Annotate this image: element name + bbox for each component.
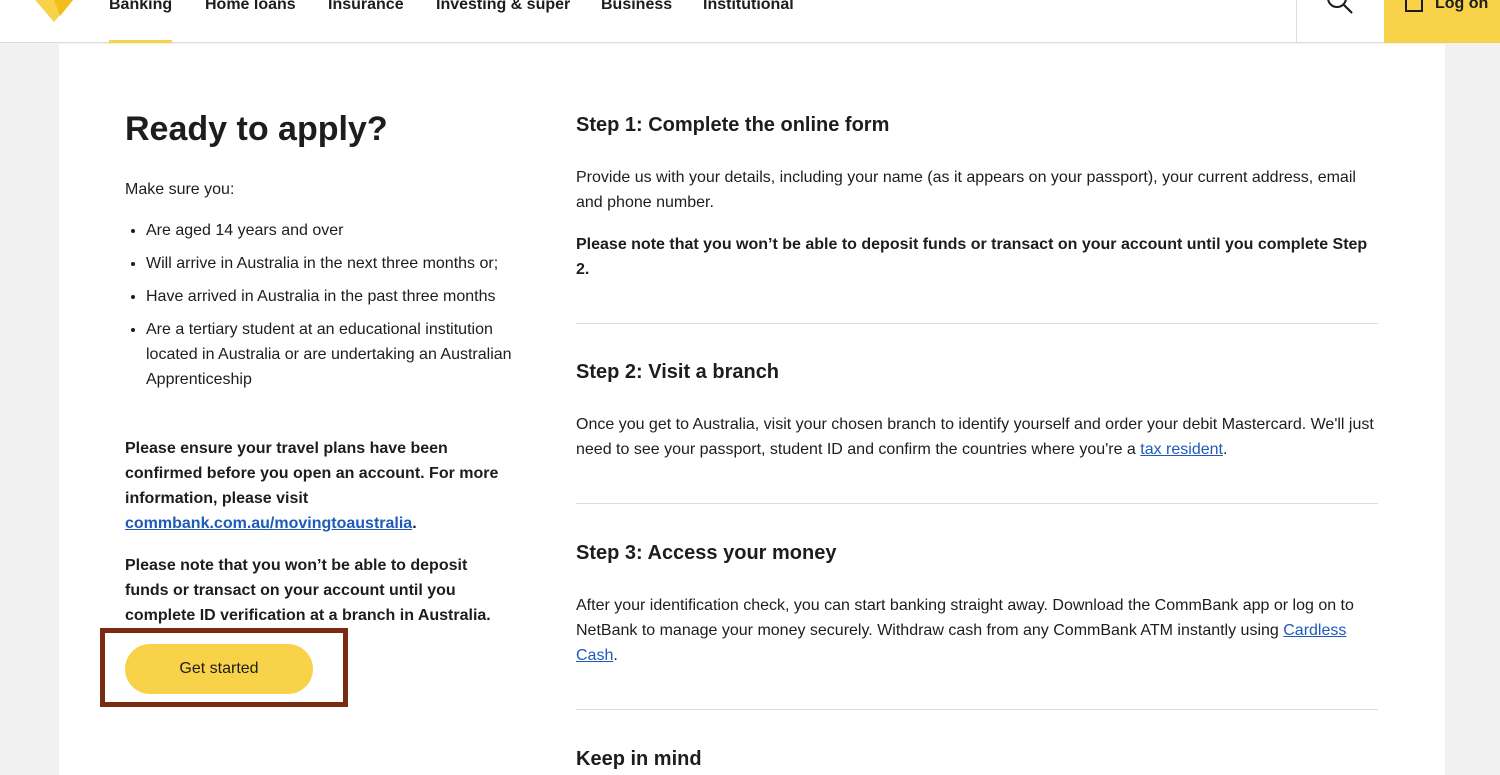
commbank-logo-icon[interactable] (30, 0, 78, 22)
divider (576, 709, 1378, 710)
step3-text-end: . (613, 647, 618, 664)
travel-plans-note: Please ensure your travel plans have bee… (125, 436, 510, 536)
travel-note-text: Please ensure your travel plans have bee… (125, 440, 499, 507)
step2-text: Once you get to Australia, visit your ch… (576, 412, 1378, 462)
step1-text: Provide us with your details, including … (576, 169, 1356, 211)
divider (576, 323, 1378, 324)
nav-item-banking[interactable]: Banking (109, 0, 173, 43)
divider (576, 503, 1378, 504)
tax-resident-link[interactable]: tax resident (1140, 441, 1223, 458)
list-item: Will arrive in Australia in the next thr… (146, 251, 541, 276)
lock-icon (1405, 0, 1423, 12)
step2-title: Step 2: Visit a branch (576, 361, 780, 383)
nav-item-institutional[interactable]: Institutional (703, 0, 794, 43)
step3-title: Step 3: Access your money (576, 542, 837, 564)
nav-item-business[interactable]: Business (601, 0, 672, 43)
list-item: Are a tertiary student at an educational… (146, 317, 541, 392)
keep-in-mind-title: Keep in mind (576, 748, 702, 770)
step2-text-body: Once you get to Australia, visit your ch… (576, 416, 1374, 458)
nav-item-investing-super[interactable]: Investing & super (436, 0, 570, 43)
travel-note-end: . (412, 515, 417, 532)
get-started-button[interactable]: Get started (125, 644, 313, 694)
top-navigation: Banking Home loans Insurance Investing &… (0, 0, 1500, 43)
requirements-list: Are aged 14 years and over Will arrive i… (125, 218, 541, 400)
list-item: Have arrived in Australia in the past th… (146, 284, 541, 309)
step3-text-body: After your identification check, you can… (576, 597, 1354, 639)
step2-text-end: . (1222, 441, 1228, 458)
deposit-note: Please note that you won’t be able to de… (125, 557, 491, 624)
nav-item-home-loans[interactable]: Home loans (205, 0, 296, 43)
step1-note: Please note that you won’t be able to de… (576, 236, 1368, 278)
list-item: Are aged 14 years and over (146, 218, 541, 243)
step1-title: Step 1: Complete the online form (576, 114, 890, 136)
step3-text: After your identification check, you can… (576, 593, 1378, 668)
content-card: Ready to apply? Make sure you: Are aged … (59, 44, 1445, 775)
search-icon (1327, 0, 1353, 14)
moving-to-australia-link[interactable]: commbank.com.au/movingtoaustralia (125, 515, 412, 532)
log-on-label: Log on (1435, 0, 1489, 12)
page-title: Ready to apply? (125, 110, 388, 148)
requirements-intro: Make sure you: (125, 181, 235, 198)
search-button[interactable] (1296, 0, 1384, 43)
log-on-button[interactable]: Log on (1384, 0, 1500, 43)
nav-item-insurance[interactable]: Insurance (328, 0, 404, 43)
